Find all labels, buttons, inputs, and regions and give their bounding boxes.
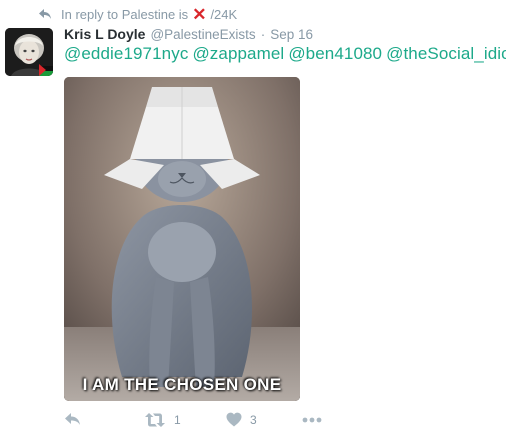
avatar-image [5,28,53,76]
separator-dot: · [260,27,266,42]
tweet-text: @eddie1971nyc @zappamel @ben41080 @theSocia… [64,44,506,64]
cat-photo [64,77,300,401]
retweet-icon [145,413,165,427]
reply-context[interactable]: In reply to Palestine is ✕ /24K [38,4,238,24]
reply-context-prefix: In reply to Palestine is [61,6,189,22]
retweet-count: 1 [174,413,181,427]
more-button[interactable] [302,417,322,423]
reply-icon [65,413,80,425]
mention-link[interactable]: @eddie1971nyc [64,44,188,63]
heart-icon [226,412,242,427]
tweet-header: Kris L Doyle @PalestineExists · Sep 16 [64,26,313,42]
tweet-timestamp[interactable]: Sep 16 [270,27,313,42]
tweet-media-image[interactable]: I AM THE CHOSEN ONE [64,77,300,401]
reply-arrow-icon [39,9,51,19]
author-fullname[interactable]: Kris L Doyle [64,26,145,42]
like-count: 3 [250,412,257,427]
mention-link[interactable]: @theSocial_idiot [386,44,506,63]
retweet-button[interactable]: 1 [144,412,181,428]
more-dots-icon [302,417,322,423]
tweet-actions: 1 3 [64,412,334,432]
author-username[interactable]: @PalestineExists [150,27,255,42]
like-button[interactable]: 3 [226,412,257,427]
mention-link[interactable]: @zappamel [192,44,284,63]
media-caption: I AM THE CHOSEN ONE [82,375,282,394]
tweet[interactable]: In reply to Palestine is ✕ /24K Kris L D… [0,0,506,437]
cross-mark-icon: ✕ [192,4,207,24]
mention-link[interactable]: @ben41080 [288,44,382,63]
reply-context-suffix: /24K [210,6,238,22]
avatar[interactable] [5,28,53,76]
reply-button[interactable] [64,412,81,426]
